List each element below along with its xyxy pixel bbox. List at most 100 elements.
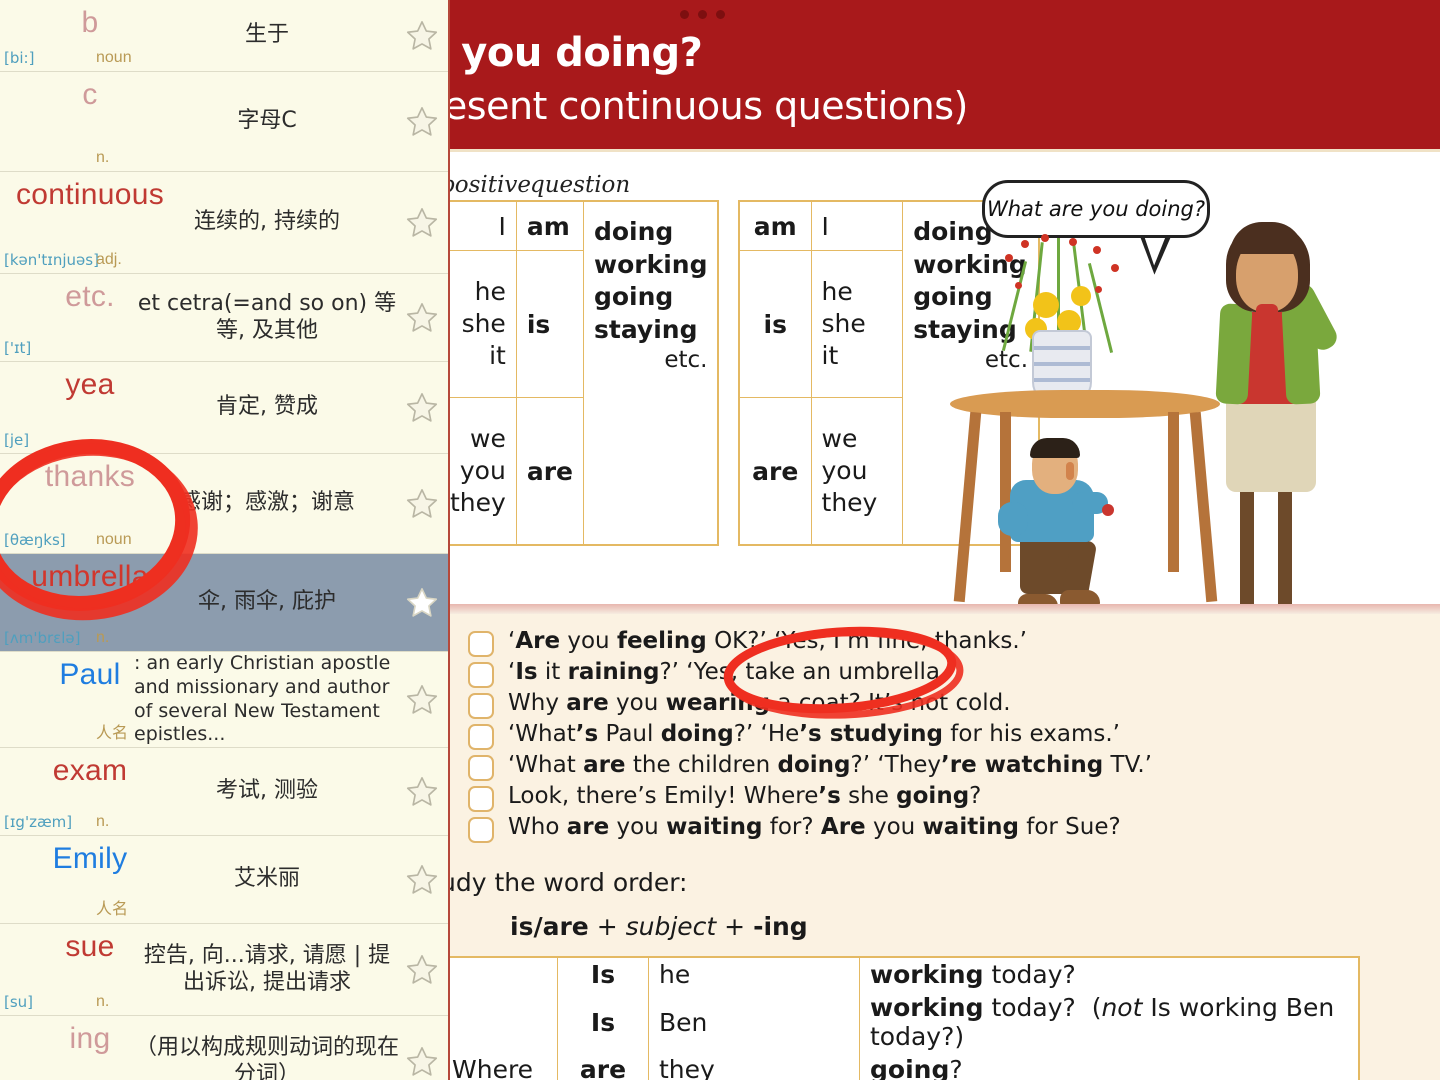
dictionary-entry[interactable]: yea [je] 肯定, 赞成 [0, 362, 448, 454]
star-outline-icon[interactable] [404, 486, 440, 522]
entry-definition: : an early Christian apostle and mission… [134, 651, 391, 746]
example-row[interactable]: Who are you waiting for? Are you waiting… [468, 814, 1152, 845]
word-order-row: Is he working today? [450, 957, 1359, 991]
cell-subject: he she it [450, 250, 517, 398]
cell-subject: he she it [810, 250, 904, 398]
example-text: Who are you waiting for? Are you waiting… [508, 814, 1121, 840]
formula-subject: subject [625, 912, 717, 941]
entry-part-of-speech: n. [96, 629, 110, 646]
entry-part-of-speech: n. [96, 993, 110, 1010]
entry-definition: 感谢；感激；谢意 [178, 490, 355, 516]
cell-wh [450, 957, 558, 991]
label-positive: positive [450, 172, 531, 198]
table-top [950, 390, 1220, 418]
label-question: question [530, 172, 631, 198]
entry-definition: 艾米丽 [233, 866, 300, 892]
example-text: ‘Is it raining?’ ‘Yes, take an umbrella.… [508, 659, 955, 685]
dictionary-entry[interactable]: thanks [θæŋks] noun 感谢；感激；谢意 [0, 454, 448, 554]
cell-subject: we you they [810, 397, 904, 546]
entry-phonetic: [bi:] [4, 49, 35, 67]
cell-verb: are [515, 397, 584, 546]
example-text: ‘What are the children doing?’ ‘They’re … [508, 752, 1152, 778]
dictionary-entry[interactable]: b [bi:] noun 生于 [0, 0, 448, 72]
cell-verb: is [515, 250, 584, 398]
cell-verb: Is [557, 991, 649, 1053]
cell-verb: are [557, 1053, 649, 1080]
entry-definition: 肯定, 赞成 [216, 394, 318, 420]
example-row[interactable]: Look, there’s Emily! Where’s she going? [468, 783, 1152, 814]
example-checkbox[interactable] [468, 724, 494, 750]
example-checkbox[interactable] [468, 662, 494, 688]
star-outline-icon[interactable] [404, 862, 440, 898]
entry-phonetic: [su] [4, 993, 34, 1011]
cell-rest: working today? (not Is working Ben today… [870, 993, 1335, 1051]
example-row[interactable]: ‘Are you feeling OK?’ ‘Yes, I’m fine, th… [468, 628, 1152, 659]
word-order-row: Where are they going? [450, 1053, 1359, 1080]
star-outline-icon[interactable] [404, 774, 440, 810]
cell-subject: Ben [648, 991, 860, 1053]
entry-phonetic: [je] [4, 431, 30, 449]
cell-verb: am [515, 200, 584, 251]
dictionary-entry[interactable]: etc. ['ɪt] et cetra(=and so on) 等等, 及其他 [0, 274, 448, 362]
example-checkbox[interactable] [468, 817, 494, 843]
cell-rest: working today? [870, 960, 1076, 989]
example-checkbox[interactable] [468, 631, 494, 657]
star-outline-icon[interactable] [404, 104, 440, 140]
star-filled-icon[interactable] [404, 585, 440, 621]
star-outline-icon[interactable] [404, 300, 440, 336]
ellipsis-decoration-icon [680, 10, 725, 19]
dictionary-entry[interactable]: umbrella [ʌm'brɛlə] n. 伞, 雨伞, 庇护 [0, 554, 448, 652]
examples-section: ‘Are you feeling OK?’ ‘Yes, I’m fine, th… [450, 604, 1440, 856]
example-text: ‘Are you feeling OK?’ ‘Yes, I’m fine, th… [508, 628, 1027, 654]
unit-header: re you doing? present continuous questio… [450, 0, 1440, 152]
flowers [995, 234, 1125, 354]
dictionary-entry[interactable]: continuous [kən'tɪnjuəs] adj. 连续的, 持续的 [0, 172, 448, 274]
table-leg [953, 411, 982, 603]
star-outline-icon[interactable] [404, 390, 440, 426]
table-leg [1189, 411, 1218, 603]
entry-part-of-speech: 人名 [96, 725, 129, 742]
example-checkbox[interactable] [468, 786, 494, 812]
cell-verb: am [738, 200, 812, 251]
formula-ing: -ing [753, 912, 808, 941]
section-divider [450, 604, 1440, 614]
word-order-row: Is Ben working today? (not Is working Ben … [450, 991, 1359, 1053]
cell-ing-forms: doing working going staying etc. [582, 200, 719, 546]
unit-subtitle: present continuous questions) [450, 84, 968, 128]
star-outline-icon[interactable] [404, 18, 440, 54]
example-row[interactable]: ‘Is it raining?’ ‘Yes, take an umbrella.… [468, 659, 1152, 690]
example-row[interactable]: ‘What are the children doing?’ ‘They’re … [468, 752, 1152, 783]
entry-definition: 生于 [244, 22, 289, 48]
star-outline-icon[interactable] [404, 1044, 440, 1080]
unit-title: re you doing? [450, 30, 703, 76]
dictionary-entry[interactable]: Paul 人名: an early Christian apostle and m… [0, 652, 448, 748]
word-order-formula: is/are + subject + -ing [510, 912, 808, 941]
textbook-page: re you doing? present continuous questio… [450, 0, 1440, 1080]
dictionary-entry[interactable]: ingn.（用以构成规则动词的现在分词） [0, 1016, 448, 1080]
star-outline-icon[interactable] [404, 952, 440, 988]
cell-wh [450, 991, 558, 1053]
star-outline-icon[interactable] [404, 682, 440, 718]
dictionary-panel[interactable]: b [bi:] noun 生于 c n. 字母C continuous [kən'tɪnjuəs… [0, 0, 450, 1080]
dictionary-entry[interactable]: exam [ɪg'zæm] n. 考试, 测验 [0, 748, 448, 836]
formula-isare: is/are [510, 912, 589, 941]
example-checkbox[interactable] [468, 755, 494, 781]
dictionary-entry[interactable]: c n. 字母C [0, 72, 448, 172]
speech-bubble: What are you doing? [982, 180, 1210, 238]
dictionary-entry[interactable]: Emily 人名 艾米丽 [0, 836, 448, 924]
example-checkbox[interactable] [468, 693, 494, 719]
entry-phonetic: [ɪg'zæm] [4, 813, 73, 831]
example-text: Why are you wearing a coat? It’s not col… [508, 690, 1011, 716]
cell-subject: he [648, 957, 860, 991]
example-row[interactable]: Why are you wearing a coat? It’s not col… [468, 690, 1152, 721]
cell-subject: I [810, 200, 904, 251]
cell-subject: we you they [450, 397, 517, 546]
star-outline-icon[interactable] [404, 205, 440, 241]
table-leg [1168, 412, 1179, 572]
example-row[interactable]: ‘What’s Paul doing?’ ‘He’s studying for … [468, 721, 1152, 752]
dictionary-entry[interactable]: sue [su] n. 控告, 向...请求, 请愿 | 提出诉讼, 提出请求 [0, 924, 448, 1016]
entry-phonetic: [ʌm'brɛlə] [4, 629, 81, 647]
word-order-title: udy the word order: [450, 868, 688, 897]
entry-part-of-speech: adj. [96, 251, 122, 268]
entry-phonetic: [θæŋks] [4, 531, 66, 549]
